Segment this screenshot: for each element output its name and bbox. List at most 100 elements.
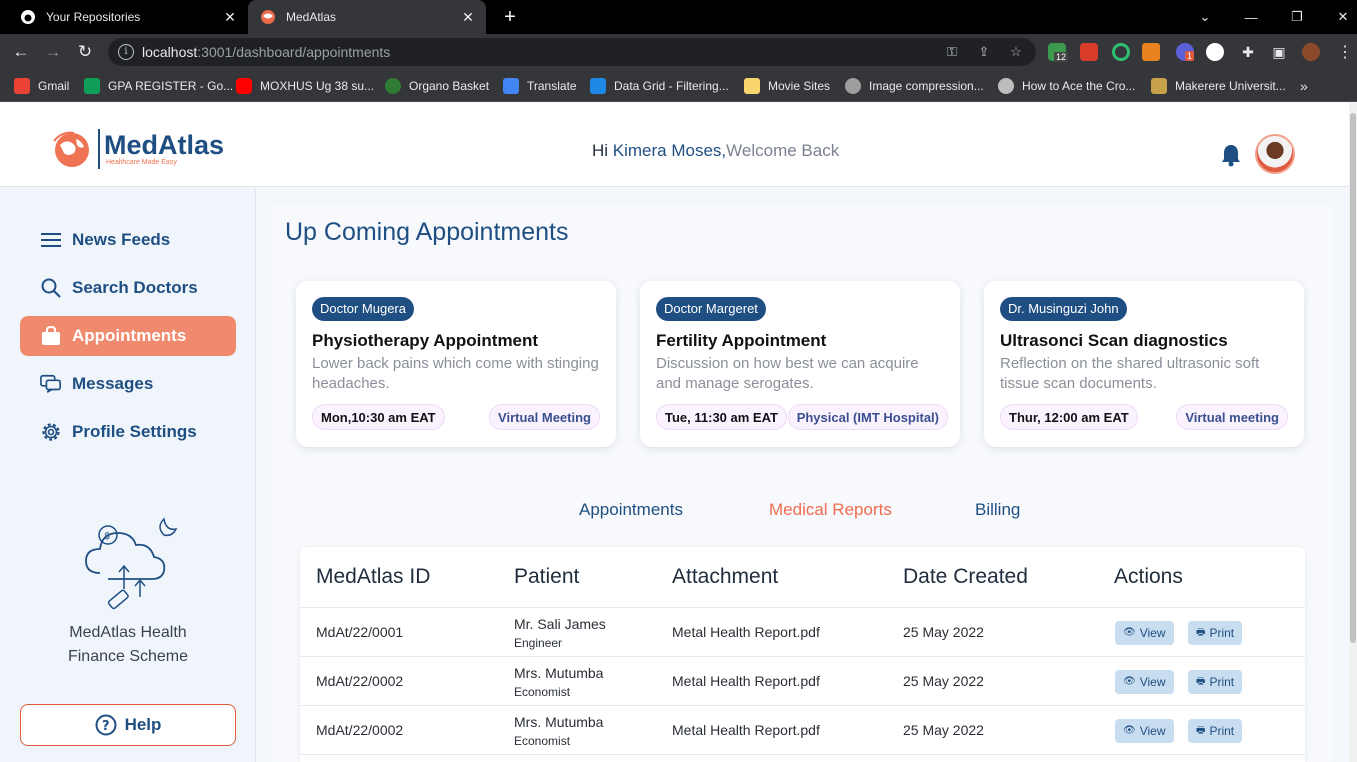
svg-text:?: ? bbox=[102, 719, 110, 734]
tab-your-repositories[interactable]: Your Repositories ✕ bbox=[8, 0, 248, 34]
new-tab-button[interactable]: + bbox=[498, 5, 522, 29]
tab-medatlas[interactable]: MedAtlas ✕ bbox=[248, 0, 486, 34]
sidebar-item-search-doctors[interactable]: Search Doctors bbox=[20, 268, 236, 308]
cell-patient-role: Economist bbox=[514, 734, 571, 748]
bookmark-image-compression[interactable]: Image compression... bbox=[845, 76, 984, 96]
user-name: Kimera Moses, bbox=[612, 141, 727, 160]
cell-attachment[interactable]: Metal Health Report.pdf bbox=[672, 722, 820, 738]
more-bookmarks-icon[interactable]: » bbox=[1300, 76, 1308, 96]
medatlas-logo[interactable]: MedAtlas Healthcare Made Easy bbox=[50, 129, 224, 169]
github-icon bbox=[20, 9, 36, 25]
cell-attachment[interactable]: Metal Health Report.pdf bbox=[672, 624, 820, 640]
profile-avatar-icon[interactable] bbox=[1302, 43, 1320, 61]
print-button[interactable]: 🖶 Print bbox=[1188, 621, 1243, 645]
close-tab-icon[interactable]: ✕ bbox=[460, 9, 476, 25]
view-label: View bbox=[1139, 724, 1166, 738]
folder-icon bbox=[744, 78, 760, 94]
print-button[interactable]: 🖶 Print bbox=[1188, 670, 1243, 694]
bookmark-label: Gmail bbox=[38, 79, 70, 93]
appointment-card[interactable]: Dr. Musinguzi John Ultrasonci Scan diagn… bbox=[984, 281, 1304, 447]
sidebar-item-label: Appointments bbox=[72, 326, 187, 345]
bookmark-label: Makerere Universit... bbox=[1175, 79, 1286, 93]
bookmark-gmail[interactable]: Gmail bbox=[14, 76, 69, 96]
cell-date: 25 May 2022 bbox=[903, 722, 984, 738]
appointment-description: Lower back pains which come with stingin… bbox=[312, 355, 599, 392]
cell-attachment[interactable]: Metal Health Report.pdf bbox=[672, 673, 820, 689]
back-icon[interactable]: ← bbox=[8, 39, 34, 65]
tab-search-icon[interactable]: ⌄ bbox=[1182, 0, 1228, 34]
cell-date: 25 May 2022 bbox=[903, 673, 984, 689]
url-path: :3001/dashboard/appointments bbox=[197, 44, 391, 60]
bookmark-organo-basket[interactable]: Organo Basket bbox=[385, 76, 489, 96]
menu-kebab-icon[interactable]: ⋮ bbox=[1332, 39, 1357, 65]
appointment-card[interactable]: Doctor Mugera Physiotherapy Appointment … bbox=[296, 281, 616, 447]
menu-icon bbox=[40, 229, 62, 251]
cell-patient-role: Engineer bbox=[514, 636, 563, 650]
key-icon[interactable]: ⚿ bbox=[944, 44, 960, 60]
sidebar-item-news-feeds[interactable]: News Feeds bbox=[20, 220, 236, 260]
appointment-time: Mon,10:30 am EAT bbox=[312, 404, 445, 430]
tab-billing[interactable]: Billing bbox=[975, 500, 1020, 520]
close-tab-icon[interactable]: ✕ bbox=[222, 9, 238, 25]
tab-appointments[interactable]: Appointments bbox=[579, 500, 683, 520]
page-scrollbar[interactable] bbox=[1349, 103, 1357, 762]
extensions-puzzle-icon[interactable]: ✚ bbox=[1235, 39, 1261, 65]
cell-id: MdAt/22/0001 bbox=[316, 624, 404, 640]
sidebar-item-messages[interactable]: Messages bbox=[20, 364, 236, 404]
browser-toolbar: ← → ↻ i localhost:3001/dashboard/appoint… bbox=[0, 34, 1357, 70]
view-button[interactable]: 👁 View bbox=[1115, 670, 1174, 694]
appointment-title: Ultrasonci Scan diagnostics bbox=[1000, 331, 1228, 350]
user-avatar[interactable] bbox=[1255, 134, 1295, 174]
extension-circle-icon[interactable] bbox=[1206, 43, 1224, 61]
reload-icon[interactable]: ↻ bbox=[72, 39, 98, 65]
column-header-actions: Actions bbox=[1114, 565, 1183, 588]
bookmark-makerere[interactable]: Makerere Universit... bbox=[1151, 76, 1286, 96]
sidebar-item-appointments[interactable]: Appointments bbox=[20, 316, 236, 356]
extension-target-icon[interactable] bbox=[1112, 43, 1130, 61]
column-header-patient: Patient bbox=[514, 565, 580, 588]
globe-logo-icon bbox=[53, 131, 89, 167]
bookmark-gpa-register[interactable]: GPA REGISTER - Go... bbox=[84, 76, 233, 96]
finance-scheme-promo[interactable]: $ MedAtlas Health Finance Scheme bbox=[20, 513, 236, 669]
eye-icon: 👁 bbox=[1123, 725, 1136, 736]
scrollbar-thumb[interactable] bbox=[1350, 113, 1356, 643]
forward-icon[interactable]: → bbox=[40, 39, 66, 65]
view-button[interactable]: 👁 View bbox=[1115, 621, 1174, 645]
doctor-badge: Doctor Margeret bbox=[656, 297, 766, 321]
bookmark-data-grid[interactable]: Data Grid - Filtering... bbox=[590, 76, 729, 96]
help-button[interactable]: ? Help bbox=[20, 704, 236, 746]
extension-red-icon[interactable] bbox=[1080, 43, 1098, 61]
view-button[interactable]: 👁 View bbox=[1115, 719, 1174, 743]
minimize-button[interactable]: — bbox=[1228, 0, 1274, 34]
bookmark-moxhus[interactable]: MOXHUS Ug 38 su... bbox=[236, 76, 374, 96]
print-button[interactable]: 🖶 Print bbox=[1188, 719, 1243, 743]
bag-icon bbox=[40, 325, 62, 347]
side-panel-icon[interactable]: ▣ bbox=[1266, 39, 1292, 65]
extension-badge: 12 bbox=[1054, 52, 1069, 62]
bookmark-star-icon[interactable]: ☆ bbox=[1008, 44, 1024, 60]
extension-shield-icon[interactable]: 12 bbox=[1048, 43, 1069, 62]
site-info-icon[interactable]: i bbox=[118, 44, 134, 60]
eye-icon: 👁 bbox=[1123, 627, 1136, 638]
sidebar-item-label: Search Doctors bbox=[72, 278, 198, 297]
metamask-icon[interactable] bbox=[1142, 43, 1160, 61]
address-bar[interactable]: i localhost:3001/dashboard/appointments … bbox=[108, 38, 1036, 66]
bookmark-translate[interactable]: Translate bbox=[503, 76, 577, 96]
close-window-button[interactable]: ✕ bbox=[1320, 0, 1357, 34]
help-label: Help bbox=[124, 715, 162, 734]
bookmark-how-to-ace[interactable]: How to Ace the Cro... bbox=[998, 76, 1135, 96]
bookmark-movie-sites[interactable]: Movie Sites bbox=[744, 76, 830, 96]
table-row: MdAt/22/0002 Mrs. Mutumba Economist Meta… bbox=[300, 657, 1305, 706]
bookmark-label: Organo Basket bbox=[409, 79, 490, 93]
svg-text:$: $ bbox=[104, 531, 110, 542]
share-icon[interactable]: ⇪ bbox=[976, 44, 992, 60]
extension-star-icon[interactable]: 1 bbox=[1176, 43, 1195, 61]
table-row: MdAt/22/0002 Mrs. Mutumba Economist Meta… bbox=[300, 706, 1305, 755]
appointment-card[interactable]: Doctor Margeret Fertility Appointment Di… bbox=[640, 281, 960, 447]
tab-medical-reports[interactable]: Medical Reports bbox=[769, 500, 892, 520]
sidebar-item-profile-settings[interactable]: Profile Settings bbox=[20, 412, 236, 452]
translate-icon bbox=[503, 78, 519, 94]
cloud-finance-illustration: $ bbox=[85, 517, 178, 610]
notification-bell-icon[interactable] bbox=[1220, 143, 1242, 167]
restore-button[interactable]: ❐ bbox=[1274, 0, 1320, 34]
